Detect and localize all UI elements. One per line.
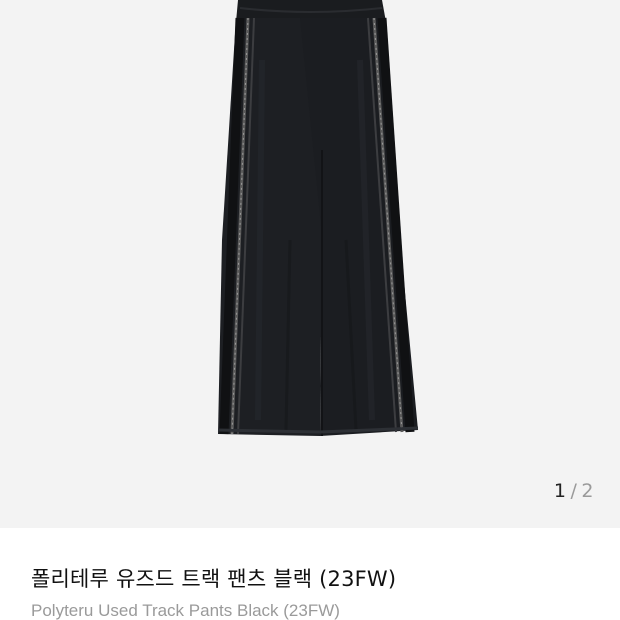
current-page: 1 — [553, 480, 567, 502]
product-title-english: Polyteru Used Track Pants Black (23FW) — [31, 601, 340, 620]
total-pages: 2 — [581, 480, 594, 502]
page-separator: / — [570, 480, 578, 502]
product-title-korean: 폴리테루 유즈드 트랙 팬츠 블랙 (23FW) — [31, 567, 397, 591]
product-image-gallery[interactable]: 1/2 — [0, 0, 620, 528]
product-info: 폴리테루 유즈드 트랙 팬츠 블랙 (23FW) Polyteru Used T… — [0, 528, 620, 620]
product-image[interactable] — [0, 0, 620, 528]
product-detail-page: 1/2 폴리테루 유즈드 트랙 팬츠 블랙 (23FW) Polyteru Us… — [0, 0, 620, 620]
image-page-indicator: 1/2 — [554, 480, 594, 502]
